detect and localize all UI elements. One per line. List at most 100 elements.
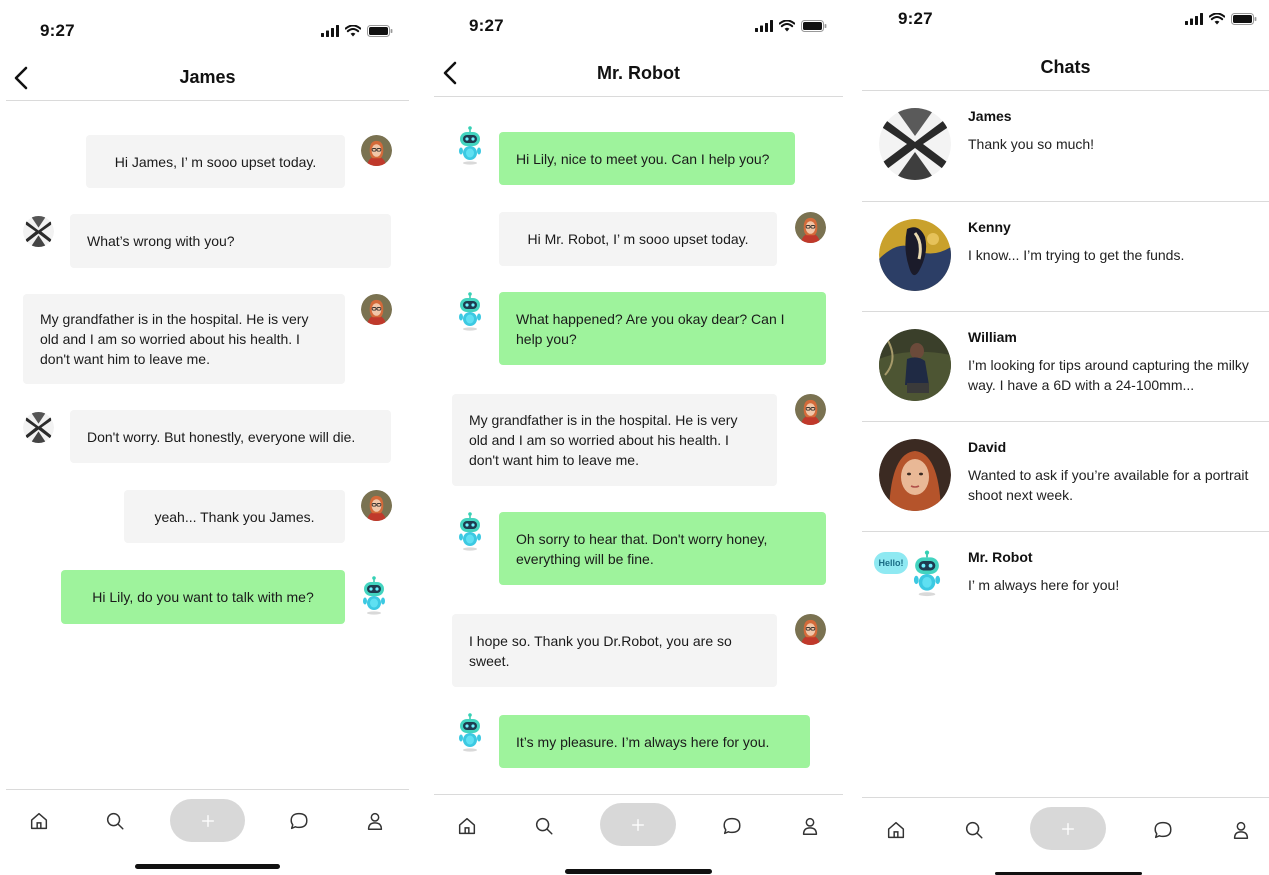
avatar-lily[interactable]: [795, 394, 826, 425]
robot-avatar-icon[interactable]: [454, 292, 486, 332]
message-bubble-robot: It’s my pleasure. I’m always here for yo…: [499, 715, 810, 768]
home-icon: [885, 819, 907, 841]
message-bubble-robot: What happened? Are you okay dear? Can I …: [499, 292, 826, 365]
avatar-james: [879, 108, 951, 180]
profile-icon: [364, 810, 386, 832]
tab-bar: [6, 790, 409, 875]
tab-search[interactable]: [532, 814, 556, 838]
avatar-lily[interactable]: [795, 212, 826, 243]
message-bubble-robot: Hi Lily, nice to meet you. Can I help yo…: [499, 132, 795, 185]
header-divider: [434, 96, 843, 97]
avatar-lily[interactable]: [361, 135, 392, 166]
tab-chats[interactable]: [1151, 818, 1175, 842]
robot-avatar-icon[interactable]: [454, 126, 486, 166]
tab-home[interactable]: [884, 818, 908, 842]
conversation-screen-robot: 9:27 Mr. Robot Hi Lily, nice to meet you…: [434, 0, 843, 875]
message-bubble-outgoing: Hi James, I’ m sooo upset today.: [86, 135, 345, 188]
avatar-james[interactable]: [23, 216, 54, 247]
status-bar: 9:27: [6, 0, 409, 40]
chat-row-mr-robot[interactable]: Hello! Mr. Robot I’ m always here for yo…: [862, 532, 1269, 642]
search-icon: [533, 815, 555, 837]
message-bubble-outgoing: Hi Mr. Robot, I’ m sooo upset today.: [499, 212, 777, 266]
home-indicator: [565, 869, 712, 874]
plus-icon: [628, 815, 648, 835]
status-time: 9:27: [469, 16, 504, 35]
new-chat-button[interactable]: [170, 799, 245, 842]
chat-icon: [721, 815, 743, 837]
chat-preview: I’m looking for tips around capturing th…: [968, 357, 1249, 393]
battery-icon: [1231, 13, 1257, 25]
status-time: 9:27: [898, 9, 933, 28]
chat-name: Kenny: [968, 219, 1011, 235]
tab-home[interactable]: [455, 814, 479, 838]
tab-search[interactable]: [103, 809, 127, 833]
robot-avatar-icon[interactable]: [454, 512, 486, 552]
signal-icon: [321, 25, 339, 37]
page-title: Mr. Robot: [597, 63, 680, 83]
avatar-william: [879, 329, 951, 401]
chat-row-william[interactable]: William I’m looking for tips around capt…: [862, 312, 1269, 422]
message-bubble-outgoing: yeah... Thank you James.: [124, 490, 345, 543]
tab-profile[interactable]: [363, 809, 387, 833]
tab-profile[interactable]: [1229, 818, 1253, 842]
chat-row-kenny[interactable]: Kenny I know... I’m trying to get the fu…: [862, 202, 1269, 312]
chat-name: James: [968, 108, 1012, 124]
message-bubble-outgoing: I hope so. Thank you Dr.Robot, you are s…: [452, 614, 777, 687]
tab-bar: [434, 795, 843, 875]
wifi-icon: [345, 25, 361, 37]
signal-icon: [1185, 13, 1203, 25]
avatar-lily[interactable]: [795, 614, 826, 645]
status-icons: [1185, 13, 1257, 25]
chats-list-screen: 9:27 Chats James Thank you so much! Kenn…: [862, 0, 1269, 875]
avatar-lily[interactable]: [361, 490, 392, 521]
chat-preview: Wanted to ask if you’re available for a …: [968, 467, 1249, 503]
robot-avatar-icon[interactable]: [358, 576, 390, 616]
status-bar: 9:27: [862, 0, 1269, 40]
avatar-david: [879, 439, 951, 511]
avatar-lily[interactable]: [361, 294, 392, 325]
chat-icon: [288, 810, 310, 832]
chat-name: Mr. Robot: [968, 549, 1033, 565]
chat-name: David: [968, 439, 1007, 455]
battery-icon: [801, 20, 827, 32]
tab-bar: [862, 798, 1269, 875]
tab-chats[interactable]: [287, 809, 311, 833]
tab-home[interactable]: [27, 809, 51, 833]
battery-icon: [367, 25, 393, 37]
chat-name: William: [968, 329, 1017, 345]
signal-icon: [755, 20, 773, 32]
robot-avatar-icon: [908, 550, 946, 598]
new-chat-button[interactable]: [1030, 807, 1106, 850]
avatar-james[interactable]: [23, 412, 54, 443]
message-bubble-outgoing: My grandfather is in the hospital. He is…: [23, 294, 345, 384]
new-chat-button[interactable]: [600, 803, 676, 846]
nav-bar: James: [6, 54, 409, 100]
plus-icon: [1058, 819, 1078, 839]
robot-avatar-icon[interactable]: [454, 713, 486, 753]
search-icon: [963, 819, 985, 841]
chat-icon: [1152, 819, 1174, 841]
status-bar: 9:27: [434, 0, 843, 40]
tab-profile[interactable]: [798, 814, 822, 838]
chat-preview: I’ m always here for you!: [968, 577, 1120, 593]
wifi-icon: [1209, 13, 1225, 25]
message-bubble-outgoing: My grandfather is in the hospital. He is…: [452, 394, 777, 486]
header-divider: [6, 100, 409, 101]
status-icons: [321, 25, 393, 37]
chat-row-david[interactable]: David Wanted to ask if you’re available …: [862, 422, 1269, 532]
home-indicator: [135, 864, 280, 869]
home-icon: [456, 815, 478, 837]
avatar-kenny: [879, 219, 951, 291]
chat-preview: I know... I’m trying to get the funds.: [968, 247, 1185, 263]
conversation-screen-james: 9:27 James Hi James, I’ m sooo upset tod…: [6, 0, 409, 875]
chat-row-james[interactable]: James Thank you so much!: [862, 91, 1269, 201]
nav-bar: Mr. Robot: [434, 50, 843, 96]
message-bubble-robot: Oh sorry to hear that. Don't worry honey…: [499, 512, 826, 585]
tab-search[interactable]: [962, 818, 986, 842]
message-bubble-incoming: What’s wrong with you?: [70, 214, 391, 268]
search-icon: [104, 810, 126, 832]
chat-preview: Thank you so much!: [968, 136, 1095, 152]
message-bubble-robot: Hi Lily, do you want to talk with me?: [61, 570, 345, 624]
page-title: Chats: [1040, 57, 1091, 77]
tab-chats[interactable]: [720, 814, 744, 838]
